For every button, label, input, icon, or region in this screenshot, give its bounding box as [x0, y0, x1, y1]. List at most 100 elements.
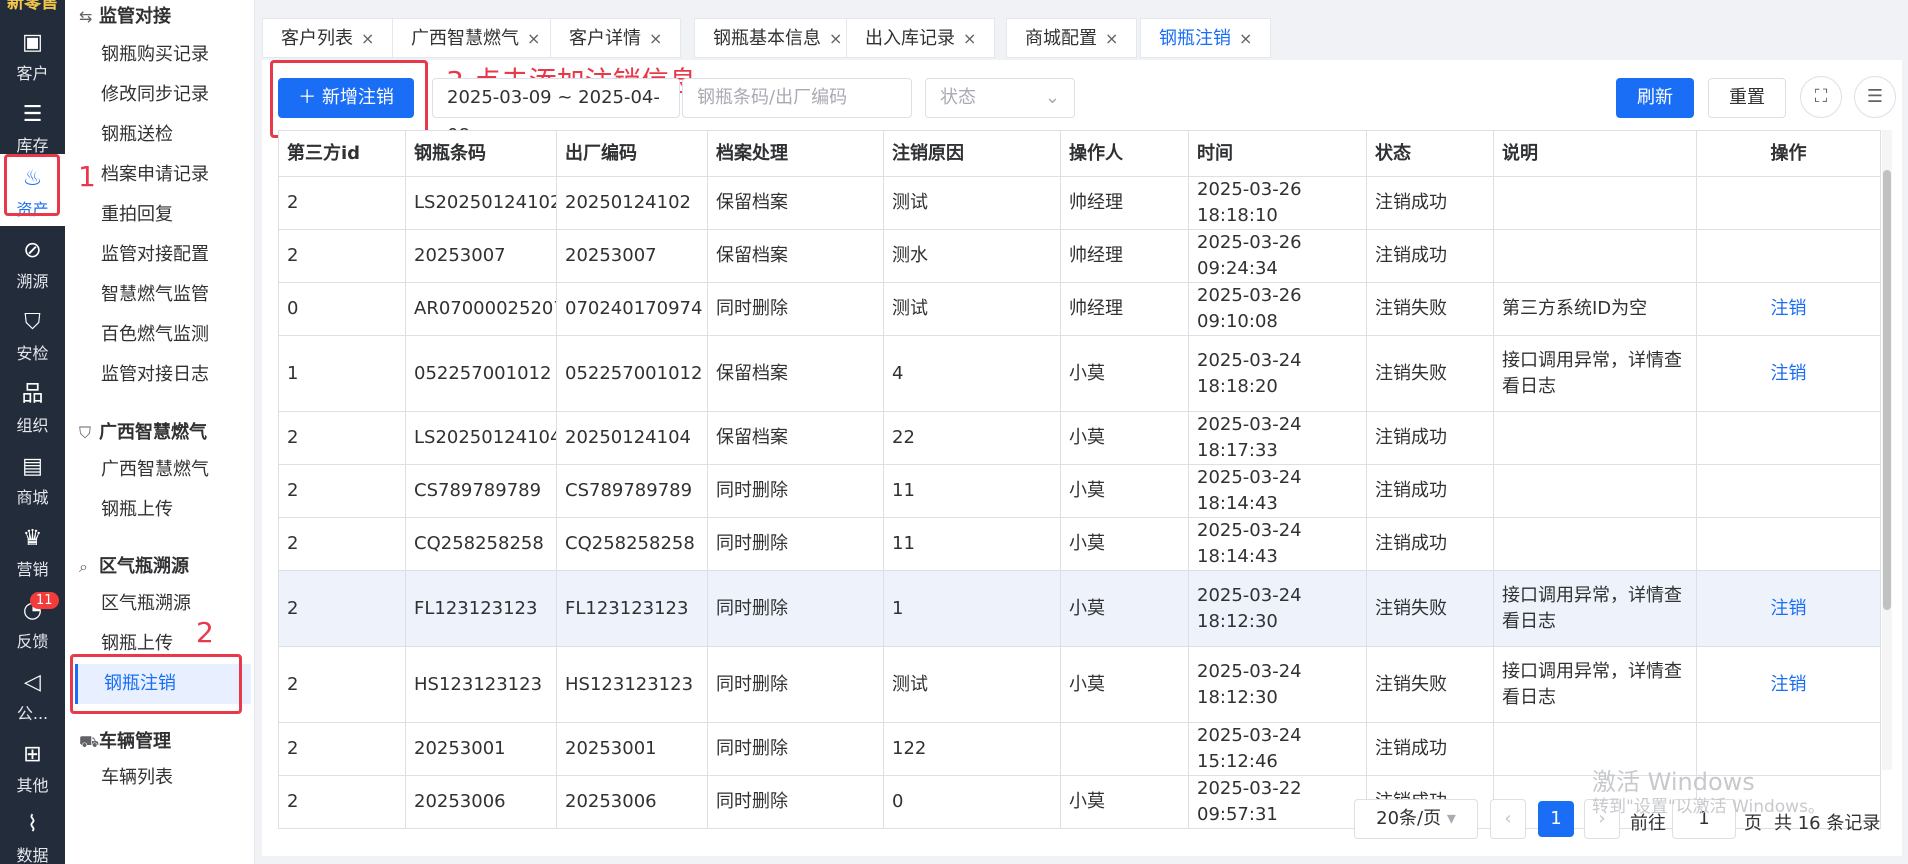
page-number-current[interactable]: 1 — [1538, 801, 1574, 837]
table-scrollbar[interactable] — [1882, 130, 1892, 770]
menu-item[interactable]: 区气瓶溯源 — [101, 584, 251, 624]
menu-item[interactable]: 车辆列表 — [101, 758, 251, 798]
close-icon[interactable]: × — [829, 29, 842, 48]
table-cell: 同时删除 — [707, 570, 884, 647]
menu-item[interactable]: 监管对接日志 — [101, 355, 251, 395]
tab-label: 客户详情 — [569, 28, 641, 49]
table-cell: 0 — [278, 282, 406, 336]
rail-item-4[interactable]: ⛉ 安检 — [0, 298, 65, 370]
tab-4[interactable]: 出入库记录 × — [846, 18, 996, 58]
menu-group-vehicle[interactable]: ⛟车辆管理 — [79, 727, 171, 753]
table-cell — [1493, 229, 1697, 283]
rail-item-10[interactable]: ⊞ 其他 — [0, 730, 65, 802]
table-cell: 2025-03-22 09:57:31 — [1188, 775, 1367, 829]
rail-item-7[interactable]: ♛ 营销 — [0, 514, 65, 586]
annotation-box-add — [270, 60, 428, 138]
table-cell: FL123123123 — [556, 570, 708, 647]
refresh-button[interactable]: 刷新 — [1616, 78, 1694, 118]
rail-item-1[interactable]: ☰ 库存 — [0, 90, 65, 162]
menu-item[interactable]: 钢瓶上传 — [101, 490, 251, 530]
table-cell: 052257001012 — [405, 335, 557, 412]
table-cell: 注销成功 — [1366, 229, 1494, 283]
menu-group-supervision[interactable]: ⇆ 监管对接 — [79, 2, 171, 28]
annotation-step-2: 2 — [196, 616, 214, 649]
rail-item-0[interactable]: ▣ 客户 — [0, 18, 65, 90]
menu-item[interactable]: 重拍回复 — [101, 195, 251, 235]
tab-0[interactable]: 客户列表 × — [262, 18, 394, 58]
rail-item-3[interactable]: ⊘ 溯源 — [0, 226, 65, 298]
table-cell: 帅经理 — [1060, 176, 1189, 230]
table-cell: 2 — [278, 775, 406, 829]
table-cell: 2025-03-24 18:17:33 — [1188, 411, 1367, 465]
cylinder-code-search-input[interactable]: 钢瓶条码/出厂编码 — [682, 78, 912, 118]
table-cell: 接口调用异常，详情查看日志 — [1493, 335, 1697, 412]
close-icon[interactable]: × — [1105, 29, 1118, 48]
table-cell: 1 — [883, 570, 1061, 647]
column-settings-icon[interactable]: ☰ — [1854, 76, 1896, 118]
menu-group-guangxi[interactable]: ⛉ 广西智慧燃气 — [79, 418, 207, 444]
table-cell: 注销成功 — [1366, 411, 1494, 465]
rail-item-8[interactable]: ◔ 反馈 11 — [0, 586, 65, 658]
table-cell: 同时删除 — [707, 775, 884, 829]
table-cell: 2025-03-26 09:24:34 — [1188, 229, 1367, 283]
rail-item-6[interactable]: ▤ 商城 — [0, 442, 65, 514]
prev-page-button[interactable]: ‹ — [1490, 799, 1526, 839]
table-cell: 122 — [883, 722, 1061, 776]
cancel-link[interactable]: 注销 — [1771, 674, 1807, 695]
table-header-cell: 注销原因 — [883, 130, 1061, 177]
tab-5[interactable]: 商城配置 × — [1006, 18, 1138, 58]
close-icon[interactable]: × — [1239, 29, 1252, 48]
table-cell: 帅经理 — [1060, 282, 1189, 336]
close-icon[interactable]: × — [963, 29, 976, 48]
tab-label: 钢瓶注销 — [1159, 28, 1231, 49]
table-cell: 052257001012 — [556, 335, 708, 412]
menu-item[interactable]: 档案申请记录 — [101, 155, 251, 195]
annotation-step-1: 1 — [78, 160, 96, 193]
table-cell — [1696, 176, 1881, 230]
search-doc-icon: ⌕ — [79, 557, 88, 576]
table-cell: 2025-03-26 18:18:10 — [1188, 176, 1367, 230]
page-size-select[interactable]: 20条/页 ▾ — [1354, 799, 1478, 839]
close-icon[interactable]: × — [649, 29, 662, 48]
table-cell: 注销成功 — [1366, 517, 1494, 571]
table-cell: 注销失败 — [1366, 335, 1494, 412]
status-select[interactable]: 状态 ⌄ — [925, 78, 1075, 118]
table-row: 1 052257001012 052257001012 保留档案 4 小莫 2025-03-… — [278, 335, 1881, 412]
cancel-link[interactable]: 注销 — [1771, 298, 1807, 319]
menu-item[interactable]: 钢瓶送检 — [101, 115, 251, 155]
rail-item-9[interactable]: ◁ 公... — [0, 658, 65, 730]
table-cell: 注销 — [1696, 646, 1881, 723]
cancel-records-table: 第三方id 钢瓶条码 出厂编码 档案处理 注销原因 操作人 时间 状态 说明 操作 2 LS2025… — [278, 130, 1881, 829]
tab-6[interactable]: 钢瓶注销 × — [1140, 18, 1272, 58]
megaphone-icon: ◁ — [24, 670, 41, 695]
menu-item[interactable]: 钢瓶购买记录 — [101, 35, 251, 75]
menu-item[interactable]: 修改同步记录 — [101, 75, 251, 115]
close-icon[interactable]: × — [361, 29, 374, 48]
menu-item[interactable]: 百色燃气监测 — [101, 315, 251, 355]
cancel-link[interactable]: 注销 — [1771, 598, 1807, 619]
tab-3[interactable]: 钢瓶基本信息 × — [694, 18, 862, 58]
scrollbar-thumb[interactable] — [1883, 170, 1891, 610]
windows-activation-hint: 转到"设置"以激活 Windows。 — [1592, 797, 1825, 817]
tab-2[interactable]: 客户详情 × — [550, 18, 682, 58]
table-cell: 小莫 — [1060, 464, 1189, 518]
trophy-icon: ♛ — [22, 526, 43, 551]
table-cell: 2025-03-24 18:12:30 — [1188, 570, 1367, 647]
date-range-picker[interactable]: 2025-03-09 ~ 2025-04-08 ▭ — [432, 78, 680, 146]
tab-1[interactable]: 广西智慧燃气 × — [392, 18, 560, 58]
close-icon[interactable]: × — [527, 29, 540, 48]
menu-item[interactable]: 智慧燃气监管 — [101, 275, 251, 315]
table-cell — [1696, 411, 1881, 465]
apps-icon: ⊞ — [23, 742, 42, 767]
table-cell: 070240170974 — [556, 282, 708, 336]
table-cell: 同时删除 — [707, 646, 884, 723]
menu-group-cylinder-trace[interactable]: ⌕ 区气瓶溯源 — [79, 552, 189, 578]
menu-item[interactable]: 监管对接配置 — [101, 235, 251, 275]
rail-item-11[interactable]: ⌇ 数据 — [0, 800, 65, 864]
table-header-cell: 操作 — [1696, 130, 1881, 177]
reset-button[interactable]: 重置 — [1708, 78, 1786, 118]
cancel-link[interactable]: 注销 — [1771, 363, 1807, 384]
fullscreen-icon[interactable]: ⛶ — [1800, 76, 1842, 118]
menu-item[interactable]: 广西智慧燃气 — [101, 450, 251, 490]
rail-item-5[interactable]: 品组织 — [0, 370, 65, 442]
